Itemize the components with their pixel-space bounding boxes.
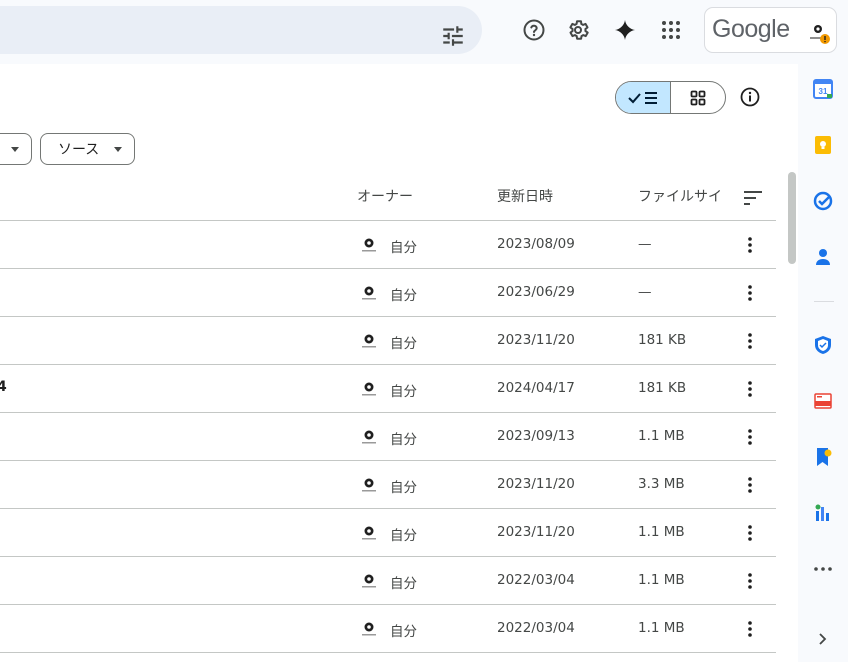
- more-actions-icon[interactable]: [740, 329, 760, 353]
- owner-cell: 自分: [390, 384, 417, 400]
- modified-date-cell: 2023/08/09: [497, 236, 575, 252]
- modified-date-cell: 2023/11/20: [497, 332, 575, 348]
- modified-date-cell: 2023/11/20: [497, 476, 575, 492]
- more-actions-icon[interactable]: [740, 617, 760, 641]
- more-actions-icon[interactable]: [740, 425, 760, 449]
- owner-cell: 自分: [390, 336, 417, 352]
- modified-date-cell: 2023/09/13: [497, 428, 575, 444]
- column-header-size[interactable]: ファイルサイ: [638, 186, 722, 206]
- table-row[interactable]: 自分 2023/11/20 181 KB: [0, 317, 776, 365]
- expand-icon[interactable]: [812, 628, 834, 650]
- tune-icon[interactable]: [440, 23, 466, 49]
- modified-date-cell: 2022/03/04: [497, 620, 575, 636]
- table-row[interactable]: 自分 2022/03/04 1.1 MB: [0, 605, 776, 653]
- more-actions-icon[interactable]: [740, 377, 760, 401]
- account-switcher[interactable]: Google: [704, 7, 837, 53]
- tasks-icon[interactable]: [812, 190, 834, 212]
- scrollbar[interactable]: [788, 172, 796, 264]
- owner-avatar-icon: [359, 524, 379, 542]
- file-size-cell: 1.1 MB: [638, 524, 685, 540]
- chart-icon[interactable]: [812, 502, 834, 524]
- owner-cell: 自分: [390, 624, 417, 640]
- gear-icon[interactable]: [564, 16, 592, 44]
- side-panel: 31: [798, 64, 848, 662]
- owner-avatar-icon: [359, 284, 379, 302]
- search-bar[interactable]: [0, 6, 482, 54]
- view-toggle: [615, 81, 726, 114]
- help-icon[interactable]: [520, 16, 548, 44]
- filter-chip-type[interactable]: [0, 133, 32, 165]
- shield-icon[interactable]: [812, 334, 834, 356]
- table-row[interactable]: 自分 2022/03/04 1.1 MB: [0, 557, 776, 605]
- more-actions-icon[interactable]: [740, 569, 760, 593]
- file-size-cell: —: [638, 236, 652, 252]
- table-row[interactable]: 自分 2023/09/13 1.1 MB: [0, 413, 776, 461]
- column-header-modified[interactable]: 更新日時: [497, 186, 553, 206]
- bookmark-icon[interactable]: [812, 446, 834, 468]
- file-size-cell: 181 KB: [638, 380, 687, 396]
- side-panel-divider: [814, 301, 834, 302]
- table-row[interactable]: 自分 2023/06/29 —: [0, 269, 776, 317]
- file-size-cell: 1.1 MB: [638, 572, 685, 588]
- contacts-icon[interactable]: [812, 246, 834, 268]
- grid-view-button[interactable]: [671, 82, 725, 113]
- filter-chip-label: ソース: [58, 142, 100, 158]
- modified-date-cell: 2023/06/29: [497, 284, 575, 300]
- more-actions-icon[interactable]: [740, 521, 760, 545]
- ocr-icon[interactable]: [812, 390, 834, 412]
- owner-cell: 自分: [390, 480, 417, 496]
- more-actions-icon[interactable]: [740, 233, 760, 257]
- file-size-cell: —: [638, 284, 652, 300]
- owner-cell: 自分: [390, 528, 417, 544]
- more-actions-icon[interactable]: [740, 473, 760, 497]
- modified-date-cell: 2023/11/20: [497, 524, 575, 540]
- avatar[interactable]: [806, 20, 830, 44]
- grid-view-icon: [690, 90, 706, 105]
- owner-avatar-icon: [359, 380, 379, 398]
- more-actions-icon[interactable]: [740, 281, 760, 305]
- caret-down-icon: [11, 146, 19, 152]
- file-size-cell: 3.3 MB: [638, 476, 685, 492]
- keep-icon[interactable]: [812, 134, 834, 156]
- owner-cell: 自分: [390, 288, 417, 304]
- filter-chip-source[interactable]: ソース: [40, 133, 135, 165]
- calendar-date: 31: [819, 87, 828, 96]
- apps-grid-icon[interactable]: [657, 16, 685, 44]
- owner-cell: 自分: [390, 240, 417, 256]
- file-name[interactable]: 4: [0, 379, 7, 395]
- sort-icon[interactable]: [742, 188, 766, 208]
- modified-date-cell: 2022/03/04: [497, 572, 575, 588]
- caret-down-icon: [114, 146, 122, 152]
- owner-avatar-icon: [359, 476, 379, 494]
- calendar-icon[interactable]: 31: [812, 78, 834, 100]
- table-row[interactable]: 4 自分 2024/04/17 181 KB: [0, 365, 776, 413]
- table-row[interactable]: 自分 2023/11/20 3.3 MB: [0, 461, 776, 509]
- owner-cell: 自分: [390, 576, 417, 592]
- owner-avatar-icon: [359, 332, 379, 350]
- column-header-owner[interactable]: オーナー: [357, 186, 413, 206]
- google-wordmark: Google: [712, 15, 790, 43]
- owner-avatar-icon: [359, 620, 379, 638]
- owner-avatar-icon: [359, 236, 379, 254]
- file-size-cell: 1.1 MB: [638, 428, 685, 444]
- list-view-icon: [628, 91, 657, 104]
- table-row[interactable]: 自分 2023/11/20 1.1 MB: [0, 509, 776, 557]
- info-icon[interactable]: [738, 85, 762, 109]
- file-size-cell: 1.1 MB: [638, 620, 685, 636]
- list-view-button[interactable]: [616, 82, 671, 113]
- more-icon[interactable]: [812, 558, 834, 580]
- modified-date-cell: 2024/04/17: [497, 380, 575, 396]
- file-list-panel: ソース オーナー 更新日時 ファイルサイ 自分 2023/08/09 — 自分 2023…: [0, 64, 798, 662]
- sparkle-icon[interactable]: [611, 16, 639, 44]
- owner-avatar-icon: [359, 428, 379, 446]
- owner-avatar-icon: [359, 572, 379, 590]
- owner-cell: 自分: [390, 432, 417, 448]
- file-size-cell: 181 KB: [638, 332, 687, 348]
- table-row[interactable]: 自分 2023/08/09 —: [0, 221, 776, 269]
